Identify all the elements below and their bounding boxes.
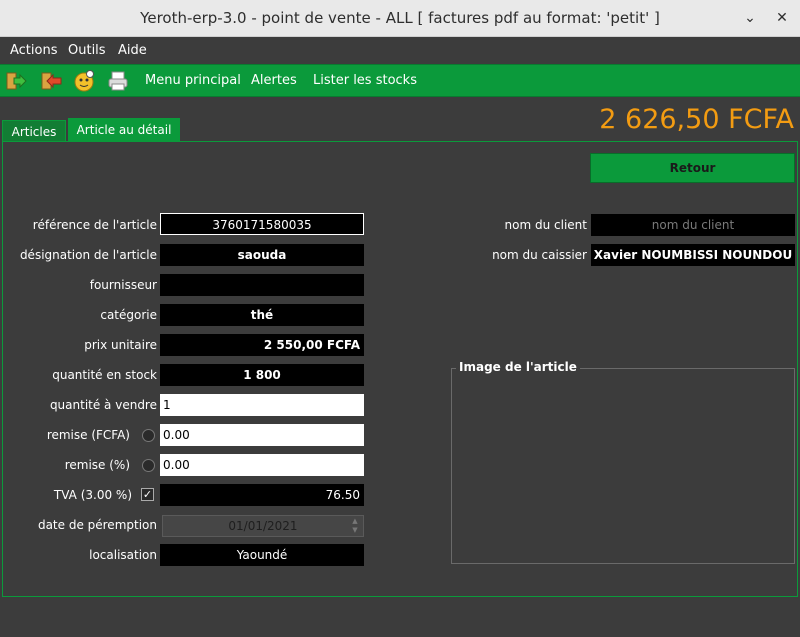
printer-icon[interactable] [107,70,129,92]
toolbar: Menu principal Alertes Lister les stocks [0,64,800,97]
remise-pct-input[interactable]: 0.00 [160,454,364,476]
peremption-date-value: 01/01/2021 [228,519,298,533]
categorie-field[interactable]: thé [160,304,364,326]
remise-fcfa-radio[interactable] [142,429,155,442]
alertes-link[interactable]: Alertes [251,73,297,88]
enter-icon[interactable] [5,70,27,92]
fournisseur-field[interactable] [160,274,364,296]
menu-bar: Actions Outils Aide [0,38,800,64]
close-button[interactable]: ✕ [772,8,792,28]
remise-fcfa-label: remise (FCFA) [46,428,130,442]
quantite-vendre-input[interactable]: 1 [160,394,364,416]
tab-article-detail[interactable]: Article au détail [68,118,180,142]
reference-label: référence de l'article [32,218,157,232]
quantite-stock-label: quantité en stock [52,368,157,382]
tab-articles[interactable]: Articles [2,120,66,142]
window-title: Yeroth-erp-3.0 - point de vente - ALL [ … [140,9,660,27]
bottom-area [0,598,800,637]
quantite-vendre-label: quantité à vendre [49,398,157,412]
minimize-button[interactable]: ⌄ [740,8,760,28]
remise-pct-label: remise (%) [64,458,130,472]
peremption-date-field[interactable]: 01/01/2021 ▲ ▼ [162,515,364,537]
quantite-stock-field[interactable]: 1 800 [160,364,364,386]
remise-fcfa-input[interactable]: 0.00 [160,424,364,446]
tva-checkbox[interactable]: ✓ [141,488,154,501]
menu-principal-link[interactable]: Menu principal [145,73,241,88]
reference-field[interactable]: 3760171580035 [160,213,364,235]
title-bar: Yeroth-erp-3.0 - point de vente - ALL [ … [0,0,800,37]
fournisseur-label: fournisseur [89,278,157,292]
retour-button[interactable]: Retour [590,153,795,183]
designation-label: désignation de l'article [19,248,157,262]
categorie-label: catégorie [100,308,157,322]
date-spin-arrows[interactable]: ▲ ▼ [349,517,361,535]
peremption-label: date de péremption [37,518,157,532]
help-face-icon[interactable] [73,70,95,92]
localisation-field[interactable]: Yaoundé [160,544,364,566]
designation-field[interactable]: saouda [160,244,364,266]
menu-aide[interactable]: Aide [118,43,147,58]
tva-field[interactable]: 76.50 [160,484,364,506]
exit-icon[interactable] [40,70,62,92]
prix-unitaire-label: prix unitaire [84,338,157,352]
total-amount: 2 626,50 FCFA [599,104,794,135]
article-image-title: Image de l'article [456,360,580,374]
client-label: nom du client [504,218,587,232]
lister-stocks-link[interactable]: Lister les stocks [313,73,417,88]
caissier-field: Xavier NOUMBISSI NOUNDOU [591,244,795,266]
tva-label: TVA (3.00 %) [53,488,132,502]
menu-actions[interactable]: Actions [10,43,58,58]
prix-unitaire-field[interactable]: 2 550,00 FCFA [160,334,364,356]
caissier-label: nom du caissier [492,248,587,262]
article-image-box [451,368,795,564]
localisation-label: localisation [89,548,157,562]
client-input[interactable]: nom du client [591,214,795,236]
remise-pct-radio[interactable] [142,459,155,472]
menu-outils[interactable]: Outils [68,43,106,58]
